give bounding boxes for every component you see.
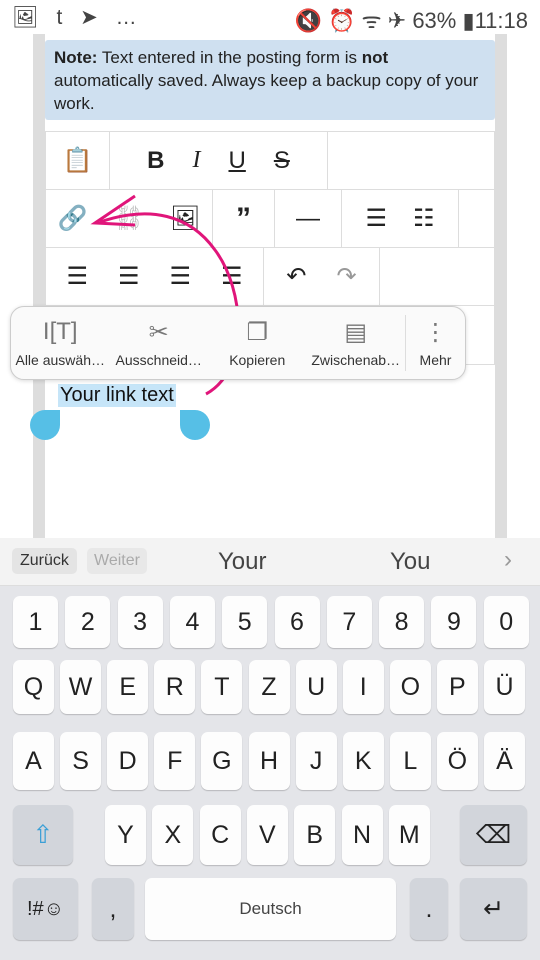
menu-label: Zwischenab…	[311, 352, 401, 368]
key[interactable]: 4	[169, 596, 215, 648]
key[interactable]: Y	[105, 805, 146, 865]
enter-icon: ↵	[483, 895, 504, 923]
suggestion-bar: Zurück Weiter Your You ›	[0, 538, 540, 586]
key[interactable]: I	[342, 660, 384, 714]
key[interactable]: W	[60, 660, 102, 714]
key[interactable]: 0	[483, 596, 529, 648]
clipboard-button[interactable]: ▤ Zwischenab…	[306, 307, 404, 379]
key[interactable]: O	[389, 660, 431, 714]
key[interactable]: L	[389, 732, 431, 790]
period-key[interactable]: .	[410, 878, 448, 940]
more-icon: ⋮	[423, 319, 448, 346]
key[interactable]: Ü	[484, 660, 525, 714]
symbols-key[interactable]: !#☺	[13, 878, 78, 940]
key[interactable]: B	[294, 805, 336, 865]
backspace-icon: ⌫	[475, 821, 512, 849]
key[interactable]: V	[246, 805, 288, 865]
suggestion[interactable]: You	[390, 548, 431, 576]
shift-icon: ⇧	[32, 821, 54, 849]
clipboard-icon: ▤	[344, 319, 368, 346]
key[interactable]: S	[60, 732, 102, 790]
menu-label: Mehr	[419, 352, 452, 368]
key[interactable]: C	[199, 805, 241, 865]
key[interactable]: Ö	[436, 732, 478, 790]
space-key[interactable]: Deutsch	[145, 878, 396, 940]
select-all-icon: I[T]	[42, 318, 78, 345]
menu-label: Ausschneid…	[115, 352, 202, 368]
key[interactable]: M	[388, 805, 430, 865]
enter-key[interactable]: ↵	[460, 878, 527, 940]
key[interactable]: Q	[13, 660, 54, 714]
comma-key[interactable]: ,	[92, 878, 134, 940]
more-button[interactable]: ⋮ Mehr	[404, 315, 465, 371]
key[interactable]: X	[152, 805, 194, 865]
key[interactable]: D	[107, 732, 149, 790]
key[interactable]: 7	[326, 596, 372, 648]
key[interactable]: 2	[65, 596, 111, 648]
forward-button[interactable]: Weiter	[87, 548, 147, 574]
key[interactable]: P	[436, 660, 478, 714]
select-all-button[interactable]: I[T] Alle auswäh…	[11, 307, 109, 379]
key[interactable]: 3	[117, 596, 163, 648]
copy-icon: ❐	[246, 319, 268, 346]
suggestion[interactable]: Your	[218, 548, 267, 576]
back-button[interactable]: Zurück	[12, 548, 77, 574]
key[interactable]: 6	[274, 596, 320, 648]
shift-key[interactable]: ⇧	[13, 805, 73, 865]
key[interactable]: U	[295, 660, 337, 714]
cut-button[interactable]: ✂ Ausschneid…	[109, 307, 207, 379]
text-context-menu: I[T] Alle auswäh… ✂ Ausschneid… ❐ Kopieren …	[10, 306, 466, 380]
backspace-key[interactable]: ⌫	[460, 805, 527, 865]
key[interactable]: H	[248, 732, 290, 790]
key[interactable]: N	[341, 805, 383, 865]
annotation-arrow	[90, 194, 240, 396]
scissors-icon: ✂	[148, 319, 169, 346]
key[interactable]: 5	[222, 596, 268, 648]
key[interactable]: 9	[431, 596, 477, 648]
key[interactable]: 8	[379, 596, 425, 648]
key[interactable]: Z	[248, 660, 290, 714]
copy-button[interactable]: ❐ Kopieren	[208, 307, 306, 379]
key[interactable]: 1	[13, 596, 58, 648]
key[interactable]: K	[342, 732, 384, 790]
menu-label: Kopieren	[229, 352, 286, 368]
key[interactable]: E	[107, 660, 149, 714]
key[interactable]: J	[295, 732, 337, 790]
key[interactable]: R	[154, 660, 196, 714]
key[interactable]: G	[201, 732, 243, 790]
key[interactable]: T	[201, 660, 243, 714]
key[interactable]: A	[13, 732, 54, 790]
chevron-right-icon[interactable]: ›	[504, 546, 512, 574]
key[interactable]: F	[154, 732, 196, 790]
key[interactable]: Ä	[484, 732, 525, 790]
menu-label: Alle auswäh…	[15, 352, 105, 368]
